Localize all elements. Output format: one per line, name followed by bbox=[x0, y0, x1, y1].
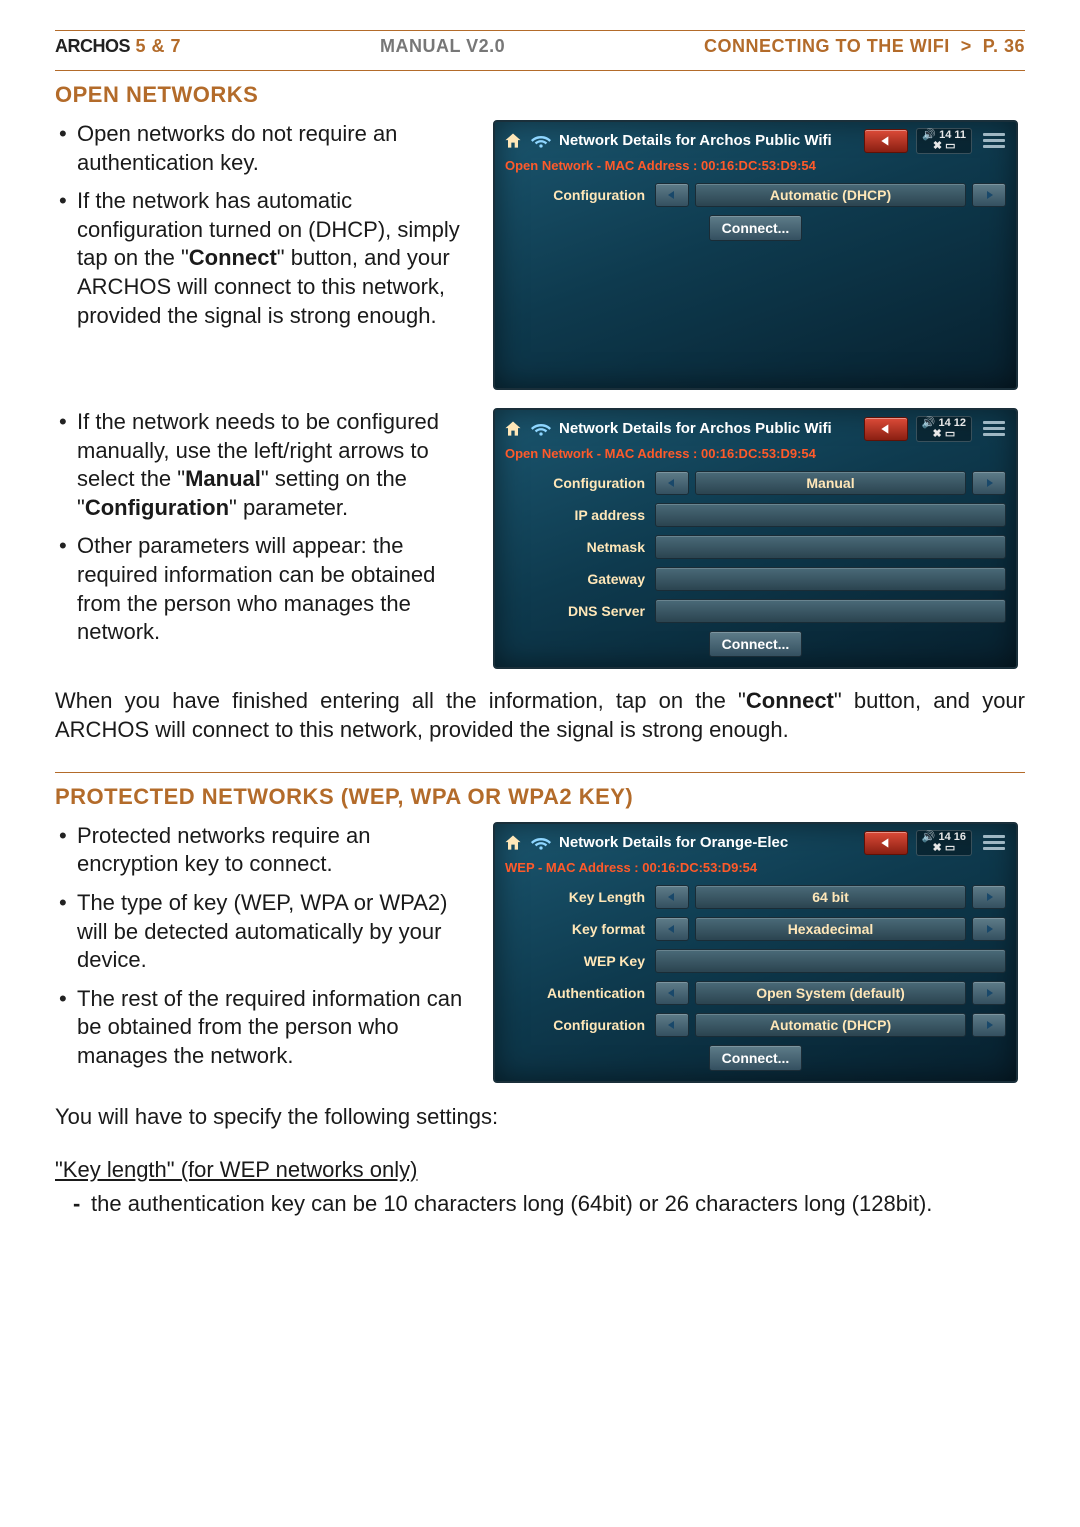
list-item: Other parameters will appear: the requir… bbox=[77, 532, 475, 646]
settings-row: Configuration Automatic (DHCP) bbox=[505, 183, 1006, 207]
settings-row-label: WEP Key bbox=[505, 952, 655, 970]
section1-tail-paragraph: When you have finished entering all the … bbox=[55, 687, 1025, 744]
manual-version: MANUAL V2.0 bbox=[380, 35, 505, 58]
list-item: The type of key (WEP, WPA or WPA2) will … bbox=[77, 889, 475, 975]
arrow-right-button[interactable] bbox=[972, 471, 1006, 495]
settings-row: WEP Key bbox=[505, 949, 1006, 973]
settings-row: Key format Hexadecimal bbox=[505, 917, 1006, 941]
device-title: Network Details for Archos Public Wifi bbox=[559, 131, 832, 151]
device-subheader: Open Network - MAC Address : 00:16:DC:53… bbox=[495, 444, 1016, 471]
settings-value: Hexadecimal bbox=[695, 917, 966, 941]
settings-row: Key Length 64 bit bbox=[505, 885, 1006, 909]
settings-row: Gateway bbox=[505, 567, 1006, 591]
device-title: Network Details for Archos Public Wifi bbox=[559, 419, 832, 439]
home-icon[interactable] bbox=[503, 833, 523, 853]
settings-row: Netmask bbox=[505, 535, 1006, 559]
arrow-left-button[interactable] bbox=[655, 917, 689, 941]
settings-row: IP address bbox=[505, 503, 1006, 527]
settings-input[interactable] bbox=[655, 567, 1006, 591]
menu-icon[interactable] bbox=[980, 833, 1008, 853]
settings-row-label: DNS Server bbox=[505, 602, 655, 620]
settings-row-label: Gateway bbox=[505, 570, 655, 588]
device-screenshot-open-manual: Network Details for Archos Public Wifi 🔊… bbox=[493, 408, 1018, 669]
settings-input[interactable] bbox=[655, 949, 1006, 973]
connect-button[interactable]: Connect... bbox=[709, 1045, 803, 1071]
status-indicator: 🔊 14 16 ✖ ▭ bbox=[916, 830, 972, 856]
list-item: If the network needs to be configured ma… bbox=[77, 408, 475, 522]
section2-tail: You will have to specify the following s… bbox=[55, 1103, 1025, 1132]
list-item: If the network has automatic configurati… bbox=[77, 187, 475, 330]
settings-input[interactable] bbox=[655, 503, 1006, 527]
settings-row-label: Configuration bbox=[505, 474, 655, 492]
device-screenshot-protected: Network Details for Orange-Elec 🔊 14 16 … bbox=[493, 822, 1018, 1083]
protected-networks-list: Protected networks require an encryption… bbox=[55, 822, 475, 1071]
device-subheader: Open Network - MAC Address : 00:16:DC:53… bbox=[495, 156, 1016, 183]
menu-icon[interactable] bbox=[980, 419, 1008, 439]
settings-value: Open System (default) bbox=[695, 981, 966, 1005]
page-header: ARCHOS 5 & 7 MANUAL V2.0 CONNECTING TO T… bbox=[55, 35, 1025, 64]
arrow-left-button[interactable] bbox=[655, 1013, 689, 1037]
section-open-networks-title: OPEN NETWORKS bbox=[55, 81, 1025, 110]
wifi-icon bbox=[531, 419, 551, 439]
list-item: Protected networks require an encryption… bbox=[77, 822, 475, 879]
settings-value: Automatic (DHCP) bbox=[695, 183, 966, 207]
settings-row: DNS Server bbox=[505, 599, 1006, 623]
settings-input[interactable] bbox=[655, 599, 1006, 623]
settings-row-label: Authentication bbox=[505, 984, 655, 1002]
open-networks-list-b: If the network needs to be configured ma… bbox=[55, 408, 475, 647]
settings-row-label: IP address bbox=[505, 506, 655, 524]
arrow-left-button[interactable] bbox=[655, 471, 689, 495]
wifi-icon bbox=[531, 833, 551, 853]
settings-value: Manual bbox=[695, 471, 966, 495]
settings-value: Automatic (DHCP) bbox=[695, 1013, 966, 1037]
settings-row: Authentication Open System (default) bbox=[505, 981, 1006, 1005]
list-item: Open networks do not require an authenti… bbox=[77, 120, 475, 177]
list-item: The rest of the required information can… bbox=[77, 985, 475, 1071]
connect-button[interactable]: Connect... bbox=[709, 631, 803, 657]
arrow-left-button[interactable] bbox=[655, 981, 689, 1005]
home-icon[interactable] bbox=[503, 419, 523, 439]
section-protected-networks-title: PROTECTED NETWORKS (WEP, WPA OR WPA2 KEY… bbox=[55, 783, 1025, 812]
arrow-right-button[interactable] bbox=[972, 885, 1006, 909]
settings-row-label: Configuration bbox=[505, 186, 655, 204]
arrow-left-button[interactable] bbox=[655, 885, 689, 909]
settings-row: Configuration Manual bbox=[505, 471, 1006, 495]
arrow-left-button[interactable] bbox=[655, 183, 689, 207]
connect-button[interactable]: Connect... bbox=[709, 215, 803, 241]
status-indicator: 🔊 14 12 ✖ ▭ bbox=[916, 416, 972, 442]
settings-row-label: Key Length bbox=[505, 888, 655, 906]
device-screenshot-open-dhcp: Network Details for Archos Public Wifi 🔊… bbox=[493, 120, 1018, 390]
device-subheader: WEP - MAC Address : 00:16:DC:53:D9:54 bbox=[495, 858, 1016, 885]
brand-model: 5 & 7 bbox=[136, 36, 182, 56]
menu-icon[interactable] bbox=[980, 131, 1008, 151]
home-icon[interactable] bbox=[503, 131, 523, 151]
arrow-right-button[interactable] bbox=[972, 1013, 1006, 1037]
wifi-icon bbox=[531, 131, 551, 151]
settings-row-label: Netmask bbox=[505, 538, 655, 556]
back-button[interactable] bbox=[864, 129, 908, 153]
back-button[interactable] bbox=[864, 417, 908, 441]
header-breadcrumb: CONNECTING TO THE WIFI > P. 36 bbox=[704, 35, 1025, 58]
keylength-item: the authentication key can be 10 charact… bbox=[55, 1190, 1025, 1219]
arrow-right-button[interactable] bbox=[972, 981, 1006, 1005]
keylength-heading: "Key length" (for WEP networks only) bbox=[55, 1156, 1025, 1185]
settings-row: Configuration Automatic (DHCP) bbox=[505, 1013, 1006, 1037]
device-title: Network Details for Orange-Elec bbox=[559, 833, 788, 853]
settings-row-label: Key format bbox=[505, 920, 655, 938]
status-indicator: 🔊 14 11 ✖ ▭ bbox=[916, 128, 972, 154]
settings-value: 64 bit bbox=[695, 885, 966, 909]
arrow-right-button[interactable] bbox=[972, 183, 1006, 207]
back-button[interactable] bbox=[864, 831, 908, 855]
settings-input[interactable] bbox=[655, 535, 1006, 559]
open-networks-list-a: Open networks do not require an authenti… bbox=[55, 120, 475, 330]
arrow-right-button[interactable] bbox=[972, 917, 1006, 941]
brand-logo: ARCHOS bbox=[55, 36, 130, 56]
settings-row-label: Configuration bbox=[505, 1016, 655, 1034]
